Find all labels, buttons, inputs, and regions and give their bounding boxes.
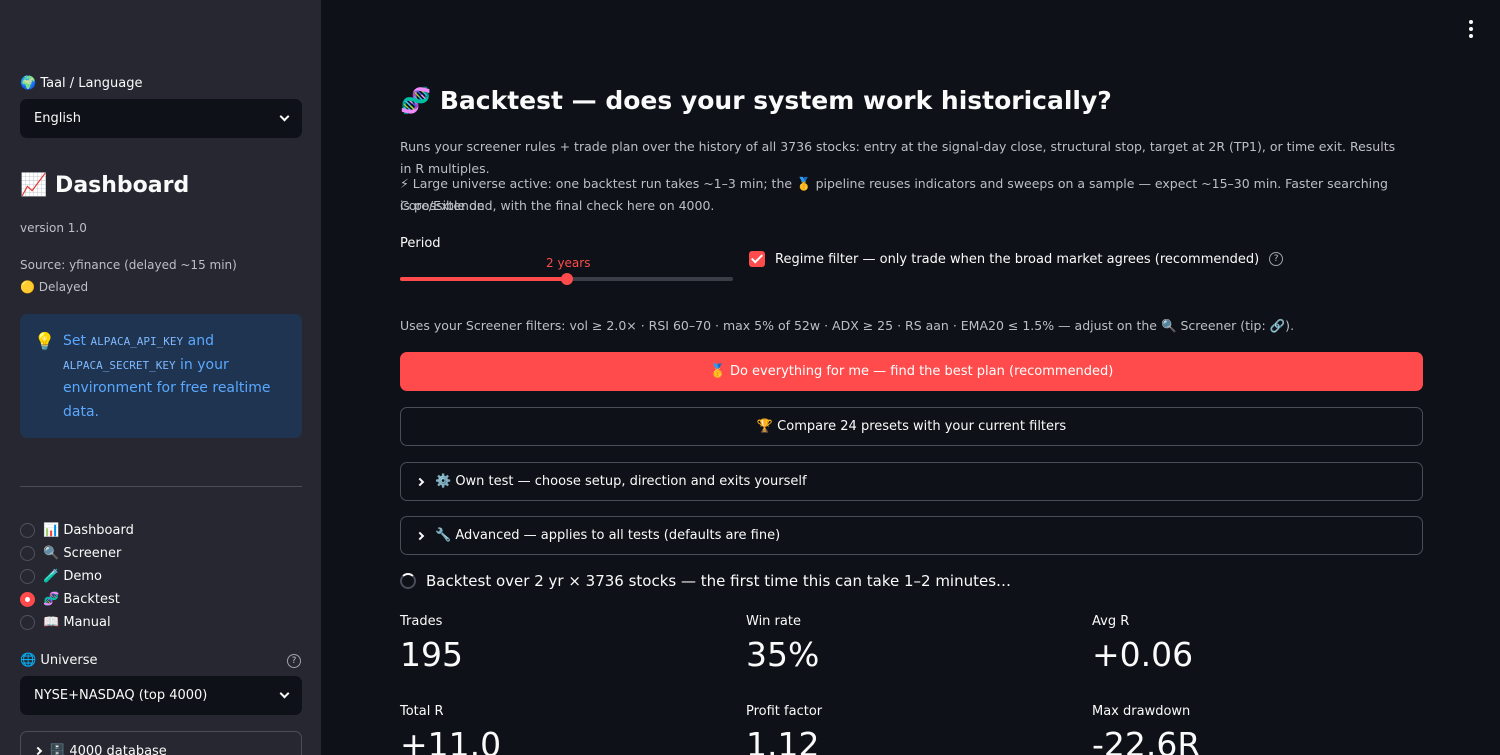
period-slider-thumb[interactable] bbox=[560, 273, 573, 285]
period-label: Period bbox=[400, 236, 441, 251]
spinner-icon bbox=[400, 573, 416, 589]
main-content: 🧬 Backtest — does your system work histo… bbox=[321, 0, 1500, 755]
sidebar-divider bbox=[20, 486, 302, 487]
database-expander[interactable]: 🗄️ 4000 database bbox=[20, 731, 302, 755]
nav-radio-demo[interactable]: 🧪 Demo bbox=[20, 567, 102, 585]
more-menu-icon[interactable] bbox=[1468, 20, 1474, 38]
metric-profit-factor: Profit factor 1.12 bbox=[746, 704, 822, 755]
source-text: Source: yfinance (delayed ~15 min) bbox=[20, 258, 237, 272]
chevron-right-icon bbox=[415, 531, 425, 540]
metric-value: +0.06 bbox=[1092, 635, 1194, 674]
metric-total-r: Total R +11.0 bbox=[400, 704, 501, 755]
nav-label: 📖 Manual bbox=[43, 614, 111, 630]
checkbox-checked-icon[interactable] bbox=[749, 251, 765, 267]
metric-value: 195 bbox=[400, 635, 463, 674]
chevron-down-icon bbox=[279, 688, 290, 699]
database-expander-label: 🗄️ 4000 database bbox=[49, 743, 167, 755]
metric-max-drawdown: Max drawdown -22.6R bbox=[1092, 704, 1200, 755]
chevron-right-icon bbox=[415, 477, 425, 486]
language-select-value: English bbox=[34, 111, 81, 126]
nav-label: 📊 Dashboard bbox=[43, 522, 134, 538]
radio-circle[interactable] bbox=[20, 568, 35, 584]
metric-label: Max drawdown bbox=[1092, 704, 1191, 719]
universe-select[interactable]: NYSE+NASDAQ (top 4000) bbox=[20, 676, 302, 715]
info-text: Set ALPACA_API_KEY and ALPACA_SECRET_KEY… bbox=[63, 330, 286, 438]
regime-filter-label: Regime filter — only trade when the broa… bbox=[775, 251, 1260, 267]
period-slider-fill bbox=[400, 277, 567, 281]
metric-label: Trades bbox=[400, 614, 443, 629]
sidebar-title: 📈 Dashboard bbox=[20, 173, 190, 198]
own-test-expander[interactable]: ⚙️ Own test — choose setup, direction an… bbox=[400, 462, 1423, 501]
universe-notice-line2: Core/Extended, with the final check here… bbox=[400, 198, 715, 213]
metric-label: Avg R bbox=[1092, 614, 1130, 629]
advanced-expander-label: 🔧 Advanced — applies to all tests (defau… bbox=[435, 528, 781, 543]
env-var-secret-key: ALPACA_SECRET_KEY bbox=[63, 358, 176, 372]
nav-label: 🧪 Demo bbox=[43, 568, 102, 584]
find-best-plan-button[interactable]: 🥇 Do everything for me — find the best p… bbox=[400, 352, 1423, 391]
nav-radio-manual[interactable]: 📖 Manual bbox=[20, 613, 111, 631]
metric-label: Profit factor bbox=[746, 704, 823, 719]
period-slider[interactable] bbox=[400, 273, 733, 285]
regime-filter-checkbox[interactable]: Regime filter — only trade when the broa… bbox=[749, 251, 1284, 267]
universe-select-value: NYSE+NASDAQ (top 4000) bbox=[34, 688, 208, 703]
period-slider-value: 2 years bbox=[546, 256, 591, 270]
compare-presets-button[interactable]: 🏆 Compare 24 presets with your current f… bbox=[400, 407, 1423, 446]
nav-label: 🔍 Screener bbox=[43, 545, 122, 561]
nav-radio-backtest[interactable]: 🧬 Backtest bbox=[20, 590, 120, 608]
sidebar: 🌍 Taal / Language English 📈 Dashboard ve… bbox=[0, 0, 321, 755]
metric-value: -22.6R bbox=[1092, 725, 1201, 755]
nav-radio-screener[interactable]: 🔍 Screener bbox=[20, 544, 121, 562]
info-alert: 💡 Set ALPACA_API_KEY and ALPACA_SECRET_K… bbox=[20, 314, 302, 438]
running-status-text: Backtest over 2 yr × 3736 stocks — the f… bbox=[426, 572, 1012, 590]
app: 🌍 Taal / Language English 📈 Dashboard ve… bbox=[0, 0, 1500, 755]
running-status: Backtest over 2 yr × 3736 stocks — the f… bbox=[400, 572, 1011, 590]
info-text-part: Set bbox=[63, 333, 91, 349]
metric-value: 35% bbox=[746, 635, 820, 674]
metric-avg-r: Avg R +0.06 bbox=[1092, 614, 1193, 674]
chevron-right-icon bbox=[33, 746, 43, 755]
metric-label: Win rate bbox=[746, 614, 801, 629]
language-select[interactable]: English bbox=[20, 99, 302, 138]
own-test-expander-label: ⚙️ Own test — choose setup, direction an… bbox=[435, 474, 807, 489]
nav-label: 🧬 Backtest bbox=[43, 591, 120, 607]
info-text-part: and bbox=[183, 333, 214, 349]
metric-label: Total R bbox=[400, 704, 444, 719]
radio-circle[interactable] bbox=[20, 545, 35, 561]
metric-value: +11.0 bbox=[400, 725, 502, 755]
help-icon[interactable]: ? bbox=[287, 654, 301, 668]
radio-circle[interactable] bbox=[20, 614, 35, 630]
advanced-expander[interactable]: 🔧 Advanced — applies to all tests (defau… bbox=[400, 516, 1423, 555]
screener-filters-text: Uses your Screener filters: vol ≥ 2.0× ·… bbox=[400, 318, 1295, 333]
version-text: version 1.0 bbox=[20, 221, 87, 235]
universe-label: 🌐 Universe bbox=[20, 653, 98, 668]
status-badge: 🟡 Delayed bbox=[20, 280, 89, 294]
language-label: 🌍 Taal / Language bbox=[20, 76, 143, 91]
lightbulb-icon: 💡 bbox=[34, 332, 56, 352]
nav-radio-dashboard[interactable]: 📊 Dashboard bbox=[20, 521, 134, 539]
metric-value: 1.12 bbox=[746, 725, 820, 755]
radio-circle-selected[interactable] bbox=[20, 591, 35, 607]
metric-trades: Trades 195 bbox=[400, 614, 463, 674]
metric-win-rate: Win rate 35% bbox=[746, 614, 819, 674]
page-title: 🧬 Backtest — does your system work histo… bbox=[400, 86, 1112, 115]
radio-circle[interactable] bbox=[20, 522, 35, 538]
chevron-down-icon bbox=[279, 111, 290, 122]
help-icon[interactable]: ? bbox=[1269, 252, 1284, 266]
env-var-api-key: ALPACA_API_KEY bbox=[90, 335, 184, 348]
